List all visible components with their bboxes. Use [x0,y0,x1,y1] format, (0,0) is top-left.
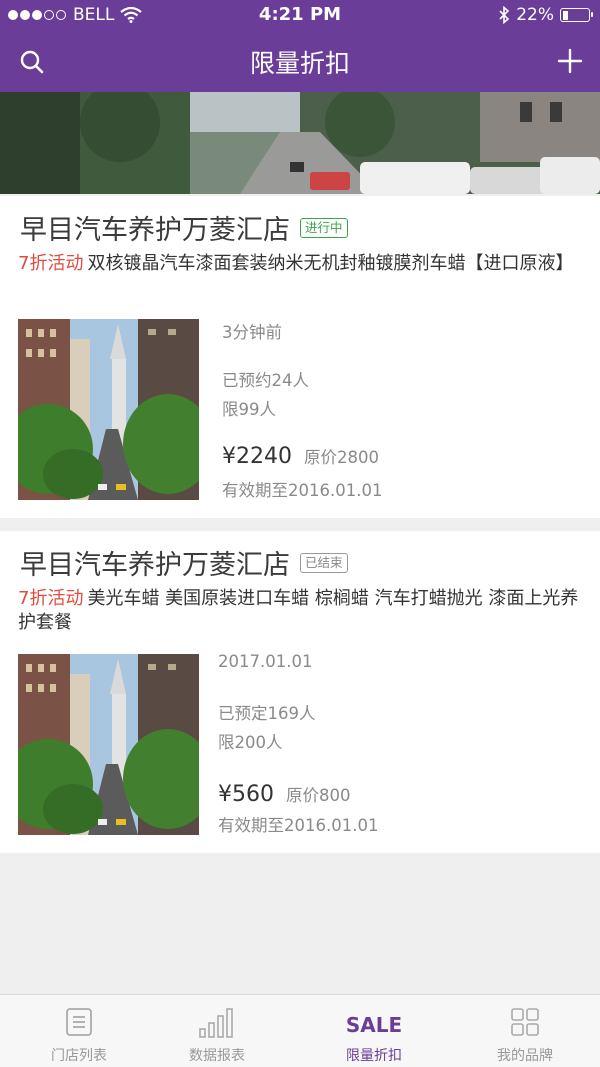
deal-thumbnail [18,654,199,835]
bar-chart-icon [199,1008,233,1038]
status-bar: BELL 4:21 PM 22% [0,0,600,30]
status-badge: 已结束 [300,552,348,573]
grid-icon [511,1008,539,1036]
valid-until: 有效期至2016.01.01 [222,481,383,500]
promo-label: 7折活动 [18,588,84,609]
deal-card[interactable]: 早目汽车养护万菱汇店 已结束 7折活动 美光车蜡 美国原装进口车蜡 棕榈蜡 汽车打… [0,531,600,853]
deal-title: 美光车蜡 美国原装进口车蜡 棕榈蜡 汽车打蜡抛光 漆面上光养护套餐 [18,588,579,633]
plus-icon[interactable] [556,47,584,75]
shop-name: 早目汽车养护万菱汇店 [20,550,290,581]
battery-icon [560,8,593,22]
tab-label: 我的品牌 [497,1048,553,1064]
status-badge: 进行中 [300,217,348,238]
nav-bar: 限量折扣 [0,30,600,92]
deal-description: 7折活动 双核镀晶汽车漆面套装纳米无机封釉镀膜剂车蜡【进口原液】 [18,252,588,276]
shop-name: 早目汽车养护万菱汇店 [20,215,290,246]
original-price: 原价800 [286,786,351,805]
tab-bar: 门店列表 数据报表 SALE 限量折扣 我的品牌 [0,994,600,1067]
tab-data-report[interactable]: 数据报表 [142,995,292,1067]
battery-percent: 22% [516,5,554,25]
deal-time: 2017.01.01 [218,652,313,671]
tab-limited-discount[interactable]: SALE 限量折扣 [299,995,449,1067]
tab-label: 限量折扣 [346,1048,402,1064]
page-title: 限量折扣 [249,49,350,78]
tab-store-list[interactable]: 门店列表 [4,995,154,1067]
deal-title: 双核镀晶汽车漆面套装纳米无机封釉镀膜剂车蜡【进口原液】 [87,253,574,274]
tab-label: 数据报表 [189,1048,245,1064]
banner-image [0,92,600,194]
deal-time: 3分钟前 [222,323,282,342]
limit-count: 限99人 [222,400,276,419]
store-list-icon [66,1008,92,1036]
original-price: 原价2800 [304,448,379,467]
limit-count: 限200人 [218,733,283,752]
deal-price: ¥2240 [222,444,292,469]
tab-my-brand[interactable]: 我的品牌 [450,995,600,1067]
deal-thumbnail [18,319,199,500]
deal-price: ¥560 [218,782,274,807]
valid-until: 有效期至2016.01.01 [218,816,379,835]
booked-count: 已预定169人 [218,704,316,723]
tab-label: 门店列表 [51,1048,107,1064]
promo-label: 7折活动 [18,253,84,274]
bluetooth-icon [499,6,510,24]
sale-icon: SALE [345,1013,403,1037]
deal-description: 7折活动 美光车蜡 美国原装进口车蜡 棕榈蜡 汽车打蜡抛光 漆面上光养护套餐 [18,587,588,635]
deal-card[interactable]: 早目汽车养护万菱汇店 进行中 7折活动 双核镀晶汽车漆面套装纳米无机封釉镀膜剂车蜡… [0,196,600,518]
booked-count: 已预约24人 [222,371,309,390]
